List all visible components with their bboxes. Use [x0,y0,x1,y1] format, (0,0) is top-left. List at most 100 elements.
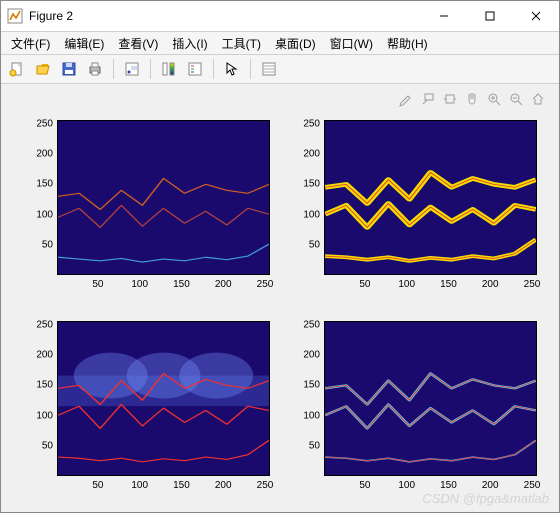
ytick-label: 200 [303,149,320,160]
xtick-label: 200 [215,279,232,290]
restore-view-icon[interactable] [529,90,547,108]
axes-3-image [57,321,270,476]
print-button[interactable] [83,57,107,81]
series-c-upper [325,373,536,404]
close-button[interactable] [513,1,559,31]
axes-3[interactable]: 50 100 150 200 250 50 100 150 200 250 [29,317,274,500]
link-plot-button[interactable] [257,57,281,81]
toolbar-separator [213,59,214,79]
ytick-label: 100 [36,410,53,421]
series-curve-a [58,178,269,209]
series-thick-upper [325,172,536,203]
xtick-label: 100 [398,480,415,491]
menu-view[interactable]: 查看(V) [112,33,164,54]
axes-4[interactable]: 50 100 150 200 250 50 100 150 200 250 [296,317,541,500]
rotate-icon[interactable] [441,90,459,108]
axes-2[interactable]: 50 100 150 200 250 50 100 150 200 250 [296,116,541,299]
series-curve-c [58,244,269,262]
ytick-label: 50 [42,441,53,452]
axes-4-image [324,321,537,476]
brush-icon[interactable] [397,90,415,108]
maximize-button[interactable] [467,1,513,31]
xtick-label: 200 [482,279,499,290]
ytick-label: 250 [303,118,320,129]
ytick-label: 150 [36,380,53,391]
figure-window: Figure 2 文件(F) 编辑(E) 查看(V) 插入(I) 工具(T) 桌… [0,0,560,513]
ytick-label: 50 [309,441,320,452]
axes-1[interactable]: 50 100 150 200 250 50 100 150 200 250 [29,116,274,299]
axes-2-image [324,120,537,275]
xtick-label: 150 [173,480,190,491]
ytick-label: 100 [303,209,320,220]
xtick-label: 50 [92,279,103,290]
menu-tools[interactable]: 工具(T) [216,33,267,54]
xtick-label: 50 [92,480,103,491]
pan-icon[interactable] [463,90,481,108]
menubar: 文件(F) 编辑(E) 查看(V) 插入(I) 工具(T) 桌面(D) 窗口(W… [1,32,559,55]
figure-canvas[interactable]: 50 100 150 200 250 50 100 150 200 250 50 100 150 20… [1,84,559,512]
titlebar[interactable]: Figure 2 [1,1,559,32]
toolbar-separator [250,59,251,79]
xtick-label: 150 [440,480,457,491]
xtick-label: 200 [215,480,232,491]
matlab-figure-icon [7,8,23,24]
axes-2-xticks: 50100150200250 [324,277,537,299]
ytick-label: 50 [42,240,53,251]
open-button[interactable] [31,57,55,81]
menu-desktop[interactable]: 桌面(D) [269,33,322,54]
zoom-out-icon[interactable] [507,90,525,108]
ytick-label: 200 [303,350,320,361]
subplot-grid: 50 100 150 200 250 50 100 150 200 250 50 100 150 20… [1,112,559,504]
series-r-mid [58,404,269,428]
zoom-in-icon[interactable] [485,90,503,108]
ytick-label: 100 [36,209,53,220]
datatip-icon[interactable] [419,90,437,108]
ytick-label: 250 [36,118,53,129]
edit-plot-button[interactable] [220,57,244,81]
ytick-label: 250 [36,319,53,330]
axes-1-image [57,120,270,275]
ytick-label: 50 [309,240,320,251]
menu-file[interactable]: 文件(F) [5,33,56,54]
xtick-label: 150 [440,279,457,290]
axes-4-xticks: 50100150200250 [324,478,537,500]
ytick-label: 200 [36,149,53,160]
series-r-upper [325,373,536,404]
axes-4-yticks: 50 100 150 200 250 [296,321,322,476]
toolbar [1,55,559,84]
toolbar-separator [113,59,114,79]
axes-2-yticks: 50 100 150 200 250 [296,120,322,275]
axes-toolbar [397,90,547,108]
ytick-label: 200 [36,350,53,361]
save-button[interactable] [57,57,81,81]
xtick-label: 250 [257,279,274,290]
xtick-label: 250 [524,279,541,290]
xtick-label: 100 [131,279,148,290]
ytick-label: 250 [303,319,320,330]
axes-3-xticks: 50100150200250 [57,478,270,500]
xtick-label: 50 [359,480,370,491]
xtick-label: 250 [257,480,274,491]
xtick-label: 50 [359,279,370,290]
axes-1-yticks: 50 100 150 200 250 [29,120,55,275]
minimize-button[interactable] [421,1,467,31]
ytick-label: 150 [303,380,320,391]
menu-insert[interactable]: 插入(I) [166,33,213,54]
ytick-label: 150 [36,179,53,190]
ytick-label: 100 [303,410,320,421]
series-r-lower [325,440,536,461]
new-figure-button[interactable] [5,57,29,81]
data-cursor-button[interactable] [120,57,144,81]
toolbar-separator [150,59,151,79]
xtick-label: 100 [131,480,148,491]
ytick-label: 150 [303,179,320,190]
window-title: Figure 2 [29,9,421,23]
insert-legend-button[interactable] [183,57,207,81]
insert-colorbar-button[interactable] [157,57,181,81]
menu-window[interactable]: 窗口(W) [324,33,379,54]
menu-help[interactable]: 帮助(H) [381,33,434,54]
xtick-label: 100 [398,279,415,290]
series-curve-b [58,205,269,227]
menu-edit[interactable]: 编辑(E) [58,33,110,54]
axes-3-yticks: 50 100 150 200 250 [29,321,55,476]
